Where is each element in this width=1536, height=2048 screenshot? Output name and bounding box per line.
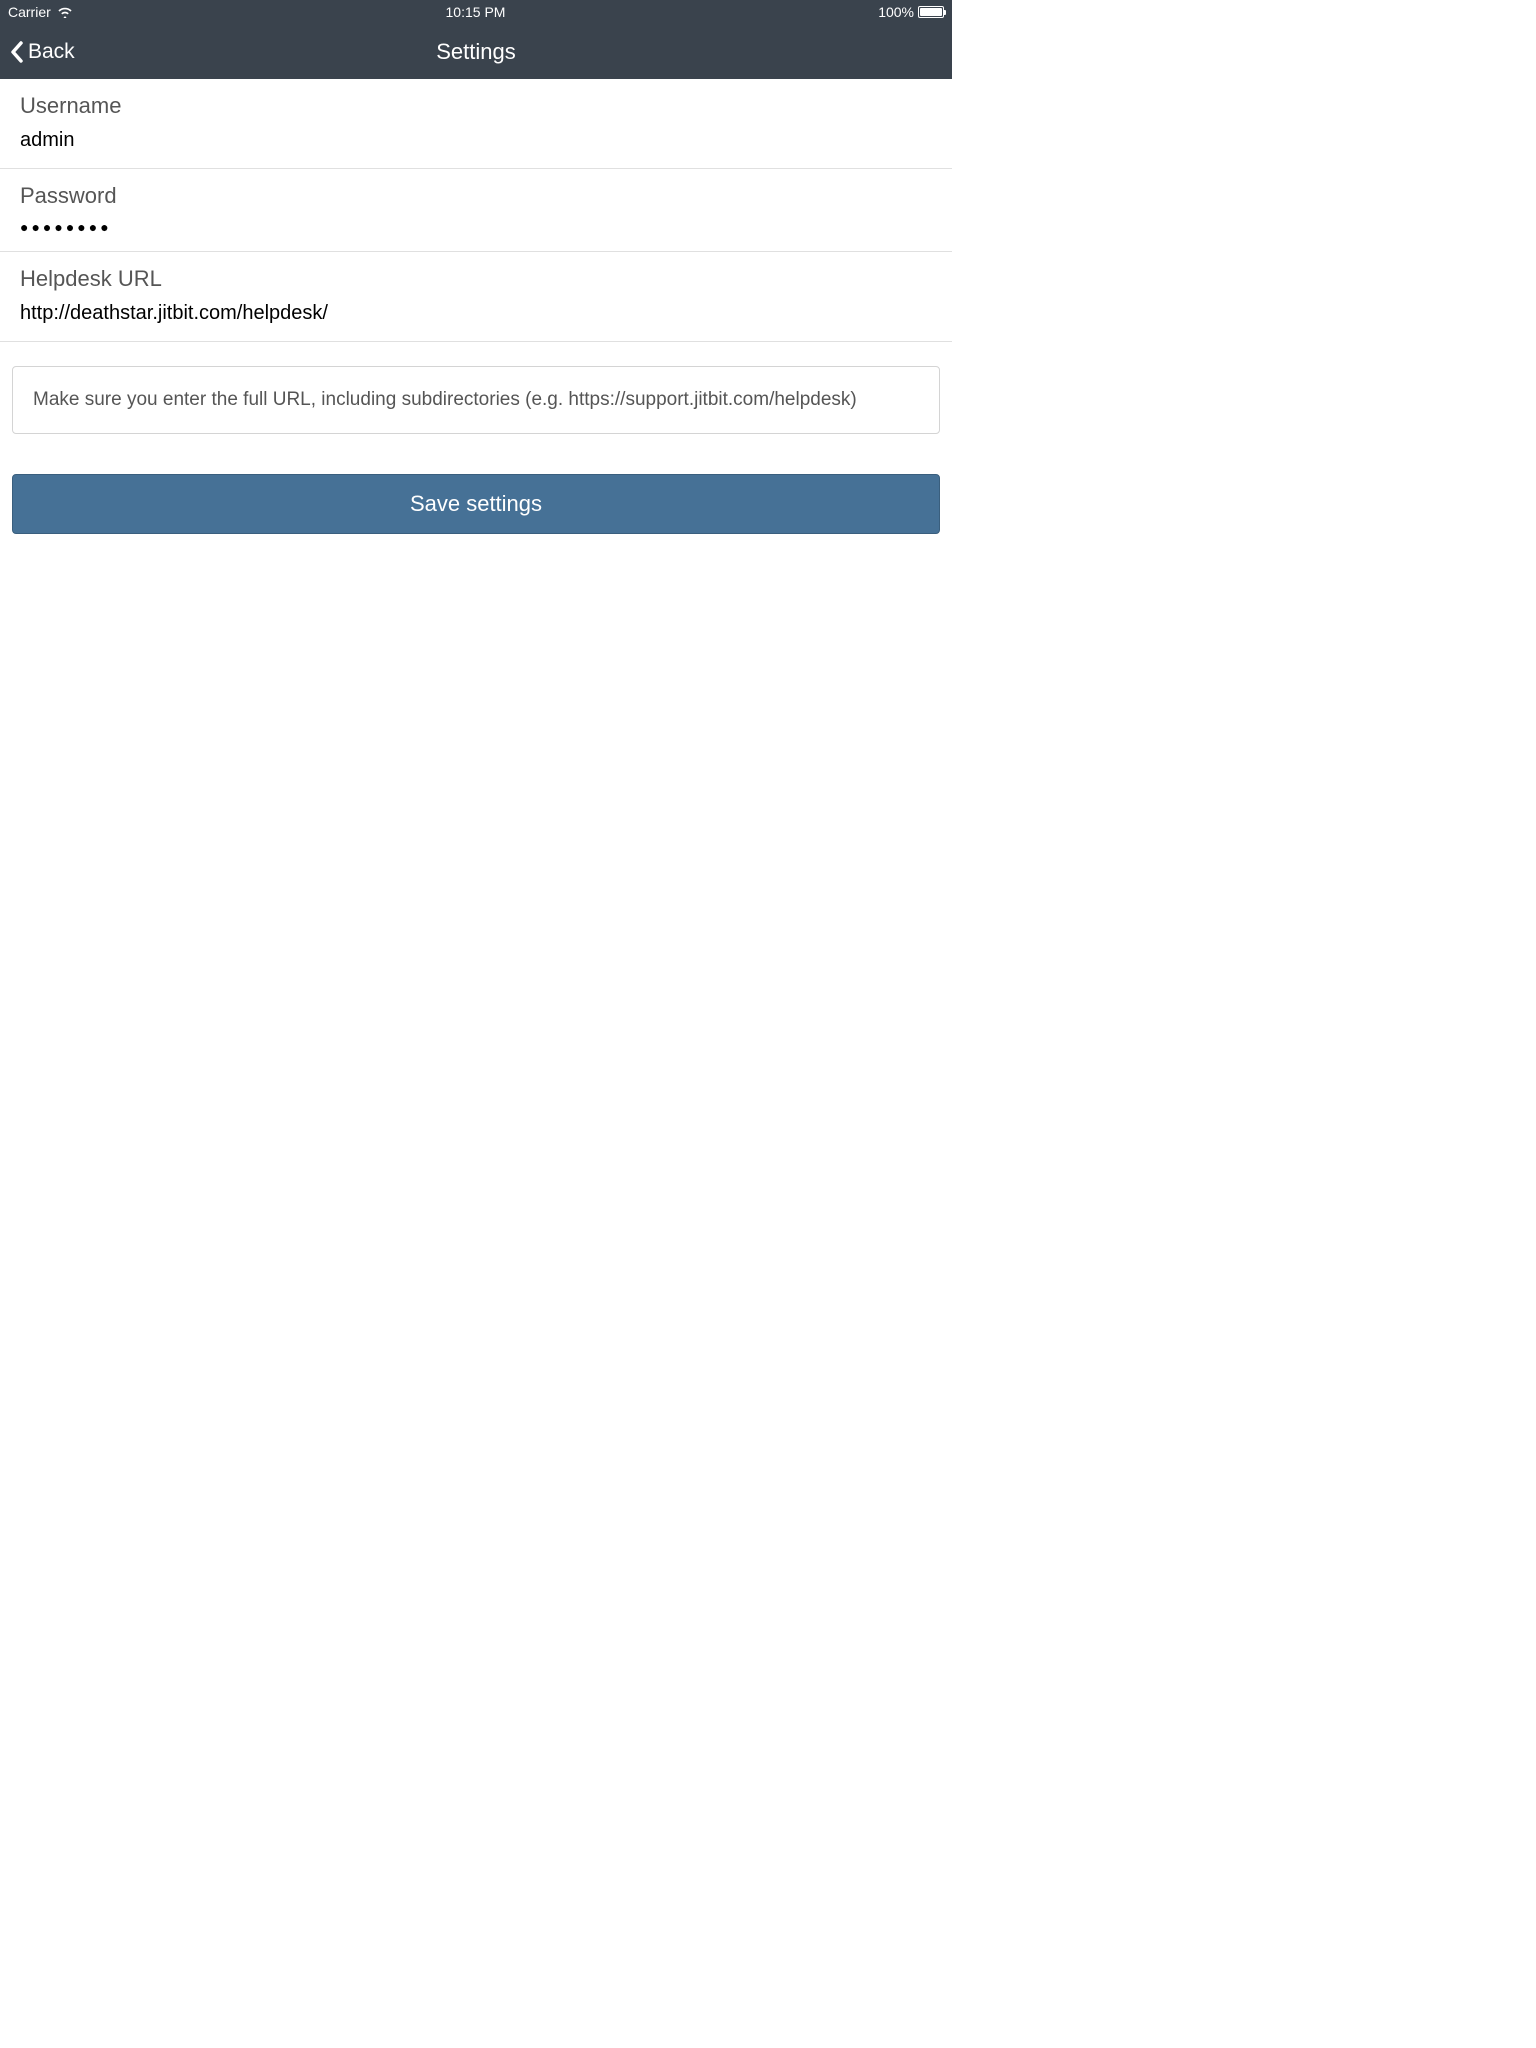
battery-percent: 100% [878, 4, 914, 20]
username-group: Username [0, 79, 952, 169]
password-label: Password [20, 183, 932, 209]
back-button[interactable]: Back [10, 40, 75, 64]
url-input[interactable] [20, 302, 932, 325]
username-label: Username [20, 93, 932, 119]
chevron-left-icon [10, 41, 24, 63]
url-group: Helpdesk URL [0, 252, 952, 342]
status-right: 100% [878, 4, 946, 20]
battery-icon [918, 6, 946, 18]
info-box: Make sure you enter the full URL, includ… [12, 366, 940, 434]
username-input[interactable] [20, 129, 932, 152]
status-time: 10:15 PM [73, 4, 878, 20]
password-group: Password ●●●●●●●● [0, 169, 952, 252]
status-bar: Carrier 10:15 PM 100% [0, 0, 952, 24]
carrier-label: Carrier [8, 4, 51, 20]
wifi-icon [57, 6, 73, 18]
nav-title: Settings [436, 39, 516, 65]
save-settings-button[interactable]: Save settings [12, 474, 940, 534]
nav-bar: Back Settings [0, 24, 952, 79]
status-left: Carrier [8, 4, 73, 20]
back-label: Back [28, 40, 75, 64]
password-input[interactable]: ●●●●●●●● [20, 219, 932, 235]
url-label: Helpdesk URL [20, 266, 932, 292]
